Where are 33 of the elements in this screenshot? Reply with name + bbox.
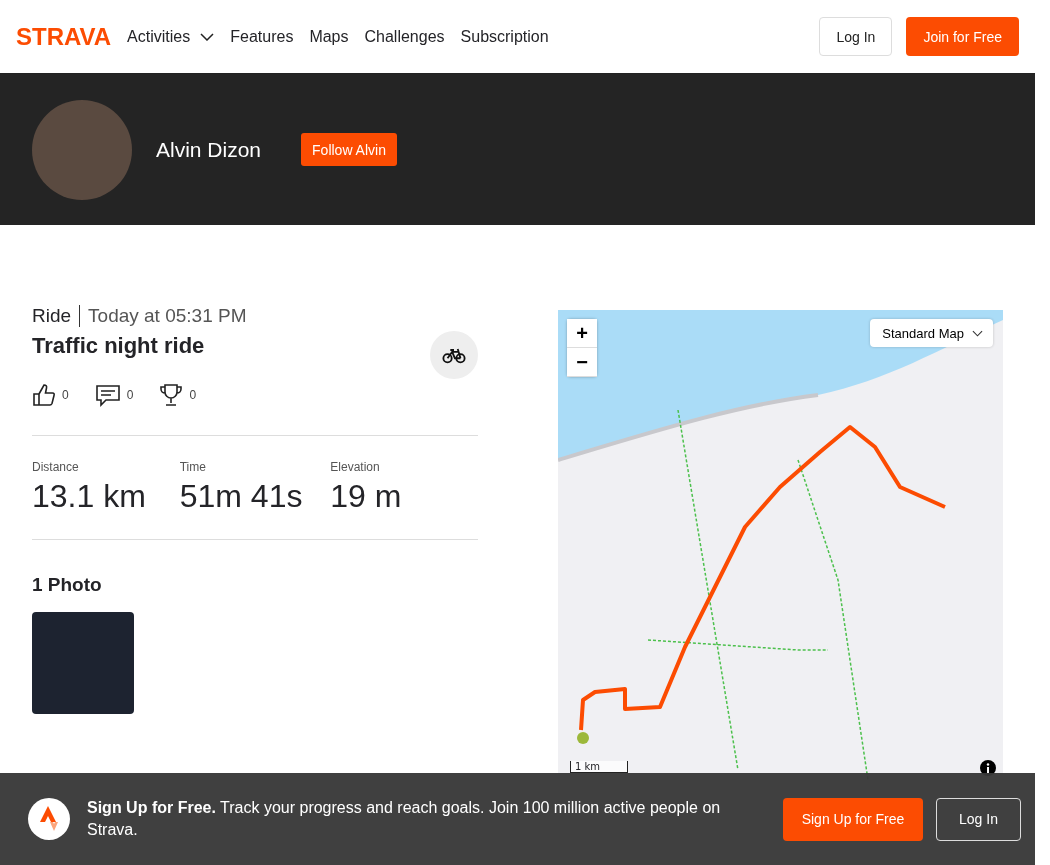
bike-icon — [430, 331, 478, 379]
nav-link[interactable]: Subscription — [460, 27, 549, 46]
activity-type: Ride — [32, 305, 81, 327]
map-scale: 1 km — [570, 761, 628, 773]
map-style-dropdown[interactable]: Standard Map — [870, 319, 993, 347]
trophy-icon — [159, 383, 184, 407]
activity-date: Today at 05:31 PM — [87, 305, 247, 327]
comment-icon — [94, 383, 121, 407]
achievements-button[interactable]: 0 — [159, 383, 197, 407]
stat-label: Distance — [32, 460, 80, 474]
athlete-name[interactable]: Alvin Dizon — [156, 137, 262, 162]
nav-link[interactable]: Maps — [309, 27, 349, 46]
zoom-in-button[interactable]: + — [567, 319, 597, 348]
stat-value: 13.1 km — [32, 478, 147, 515]
stat-label: Time — [179, 460, 207, 474]
nav-link[interactable]: Activities — [127, 27, 215, 46]
stat-value: 19 m — [330, 478, 403, 515]
thumbs-up-icon — [32, 383, 56, 407]
nav-link[interactable]: Challenges — [364, 27, 445, 46]
login-button[interactable]: Log In — [936, 797, 1021, 841]
login-button[interactable]: Log In — [819, 17, 893, 56]
stat-value: 51m 41s — [179, 478, 304, 515]
zoom-out-button[interactable]: − — [567, 348, 597, 377]
stat-label: Elevation — [330, 460, 381, 474]
comments-button[interactable]: 0 — [94, 383, 134, 407]
chevron-down-icon — [972, 329, 983, 337]
activity-title: Traffic night ride — [32, 333, 206, 359]
nav-link[interactable]: Features — [230, 27, 294, 46]
kudos-button[interactable]: 0 — [32, 383, 69, 407]
photo-placeholder[interactable] — [32, 612, 134, 714]
strava-mark-icon — [28, 798, 70, 840]
photos-heading: 1 Photo — [32, 574, 103, 596]
signup-message: Sign Up for Free. Track your progress and reach goals. Join 100 million active people on Strava. — [87, 798, 722, 840]
